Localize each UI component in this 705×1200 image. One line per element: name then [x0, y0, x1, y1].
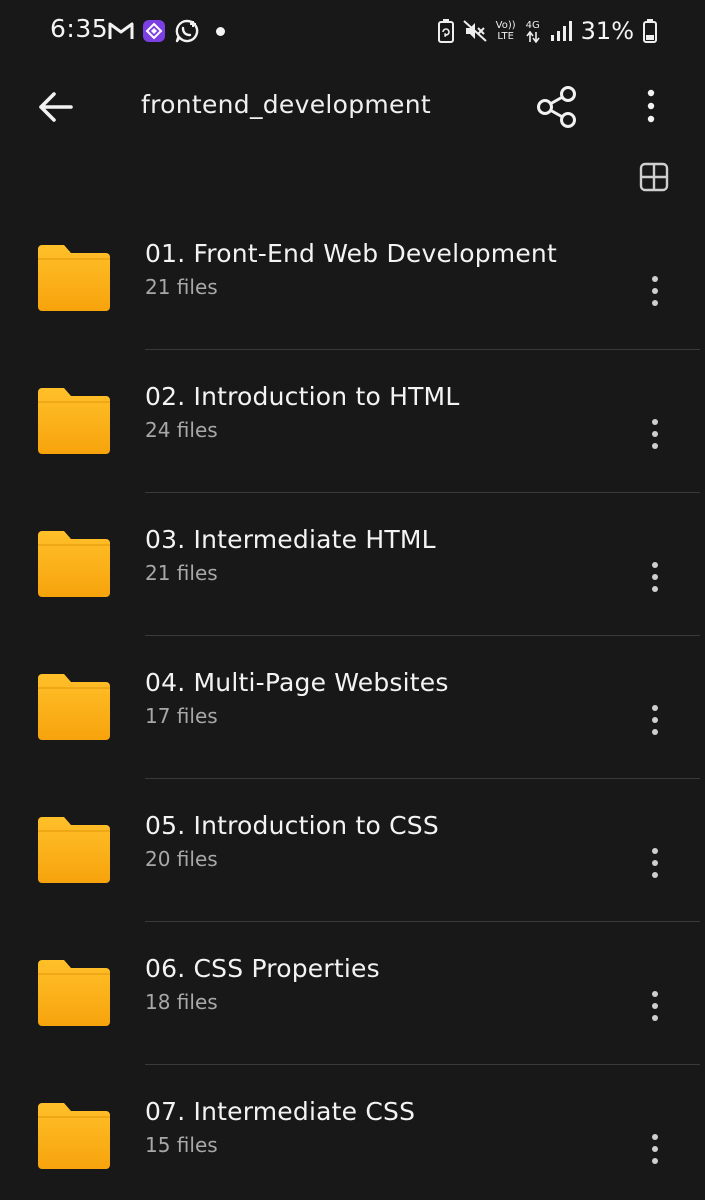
- gmail-icon: [108, 22, 134, 39]
- more-vertical-icon: [652, 1134, 658, 1164]
- folder-more-button[interactable]: [640, 416, 670, 452]
- folder-more-button[interactable]: [640, 702, 670, 738]
- folder-item[interactable]: 05. Introduction to CSS 20 files: [0, 779, 705, 922]
- folder-icon: [38, 817, 110, 883]
- folder-file-count: 21 files: [145, 561, 218, 585]
- 4g-icon: 4G: [525, 20, 541, 43]
- grid-view-icon: [639, 162, 669, 192]
- arrow-left-icon: [39, 92, 73, 122]
- volte-top: Vo)): [495, 20, 516, 31]
- folder-more-button[interactable]: [640, 559, 670, 595]
- folder-icon: [38, 960, 110, 1026]
- folder-icon: [38, 1103, 110, 1169]
- more-vertical-icon: [652, 848, 658, 878]
- folder-name: 05. Introduction to CSS: [145, 811, 439, 840]
- folder-name: 06. CSS Properties: [145, 954, 380, 983]
- folder-file-count: 24 files: [145, 418, 218, 442]
- whatsapp-icon: [175, 19, 199, 43]
- folder-more-button[interactable]: [640, 845, 670, 881]
- folder-name: 02. Introduction to HTML: [145, 382, 460, 411]
- folder-icon: [38, 674, 110, 740]
- folder-file-count: 17 files: [145, 704, 218, 728]
- more-vertical-icon: [652, 562, 658, 592]
- more-vertical-icon: [652, 991, 658, 1021]
- more-vertical-icon: [652, 419, 658, 449]
- page-title: frontend_development: [141, 90, 431, 119]
- status-right-icons: Vo)) LTE 4G 31%: [437, 14, 657, 48]
- volte-bottom: LTE: [497, 31, 514, 42]
- folder-file-count: 20 files: [145, 847, 218, 871]
- status-left-icons: [108, 17, 225, 45]
- folder-item[interactable]: 04. Multi-Page Websites 17 files: [0, 636, 705, 779]
- app-bar: frontend_development: [0, 62, 705, 152]
- share-button[interactable]: [535, 84, 579, 130]
- folder-name: 03. Intermediate HTML: [145, 525, 436, 554]
- battery-saver-icon: [437, 19, 454, 43]
- folder-file-count: 15 files: [145, 1133, 218, 1157]
- folder-item[interactable]: 07. Intermediate CSS 15 files: [0, 1065, 705, 1200]
- back-button[interactable]: [36, 88, 74, 126]
- folder-icon: [38, 245, 110, 311]
- folder-file-count: 18 files: [145, 990, 218, 1014]
- status-time: 6:35: [50, 14, 109, 43]
- mute-icon: [462, 20, 487, 42]
- folder-item[interactable]: 06. CSS Properties 18 files: [0, 922, 705, 1065]
- more-vertical-icon: [652, 276, 658, 306]
- folder-icon: [38, 388, 110, 454]
- folder-name: 07. Intermediate CSS: [145, 1097, 416, 1126]
- view-toggle-button[interactable]: [639, 162, 669, 192]
- folder-file-count: 21 files: [145, 275, 218, 299]
- battery-percent: 31%: [580, 17, 634, 45]
- notification-dot: [216, 26, 225, 36]
- folder-more-button[interactable]: [640, 273, 670, 309]
- screen: 6:35 Vo)) LTE 4G 31% frontend_developmen…: [0, 0, 705, 1200]
- folder-item[interactable]: 02. Introduction to HTML 24 files: [0, 350, 705, 493]
- battery-icon: [643, 19, 657, 43]
- data-arrows-icon: [526, 30, 540, 43]
- folder-list: 01. Front-End Web Development 21 files 0…: [0, 207, 705, 1200]
- folder-item[interactable]: 01. Front-End Web Development 21 files: [0, 207, 705, 350]
- folder-icon: [38, 531, 110, 597]
- folder-name: 01. Front-End Web Development: [145, 239, 557, 268]
- folder-item[interactable]: 03. Intermediate HTML 21 files: [0, 493, 705, 636]
- more-vertical-icon: [652, 705, 658, 735]
- app-icon: [143, 20, 165, 42]
- share-icon: [537, 86, 576, 128]
- more-vertical-icon: [647, 89, 655, 123]
- volte-icon: Vo)) LTE: [496, 20, 516, 42]
- signal-icon: [550, 21, 572, 41]
- folder-name: 04. Multi-Page Websites: [145, 668, 449, 697]
- status-bar: 6:35 Vo)) LTE 4G 31%: [0, 0, 705, 62]
- more-options-button[interactable]: [637, 86, 665, 126]
- net-type: 4G: [525, 19, 540, 31]
- folder-more-button[interactable]: [640, 1131, 670, 1167]
- folder-more-button[interactable]: [640, 988, 670, 1024]
